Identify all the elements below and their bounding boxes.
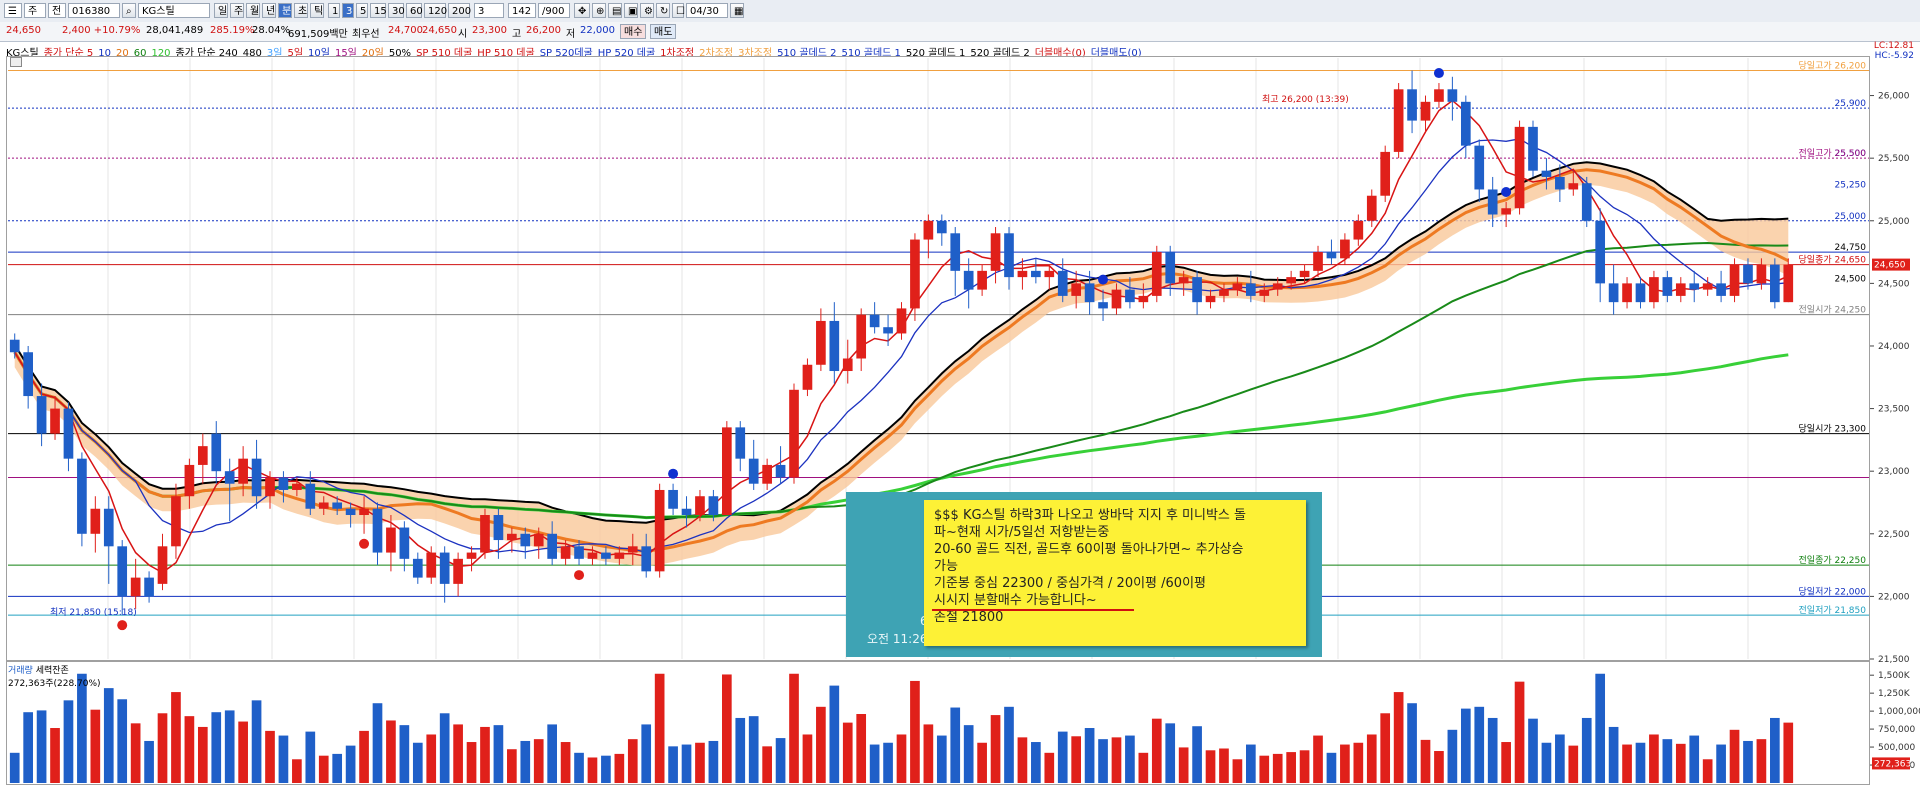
note-line-7: 손절 21800 — [934, 610, 1004, 625]
corner-lc: LC:12.81 — [1873, 41, 1914, 51]
interval-custom-input[interactable]: 3 — [474, 3, 504, 18]
main-toolbar: ☰ 주 전 016380 ⌕ KG스틸 일 주 월 년 분 초 틱 1 3 5 … — [0, 0, 1920, 23]
date-input[interactable]: 04/30 — [686, 3, 728, 18]
bid-price: 24,650 — [422, 25, 457, 36]
volume-legend-value: 272,363주(228.70%) — [8, 679, 101, 689]
count-total: /900 — [538, 3, 570, 18]
interval-120[interactable]: 120 — [424, 3, 447, 18]
volume-current-tag: 272,363 — [1874, 759, 1911, 769]
turnover-rate: 28.04% — [252, 25, 291, 36]
y-tick-label: 21,500 — [1878, 655, 1910, 665]
note-line-1: $$$ KG스틸 하락3파 나오고 쌍바닥 지지 후 미니박스 돌 — [934, 508, 1246, 523]
current-price-box — [1872, 258, 1910, 271]
zoom-icon[interactable]: ⊕ — [592, 3, 606, 18]
y-tick-label: 26,000 — [1878, 92, 1910, 102]
y-tick-label: 24,500 — [1878, 279, 1910, 289]
tab-minute[interactable]: 분 — [278, 3, 292, 18]
current-price-tag: 24,650 — [1874, 261, 1906, 271]
crosshair-icon[interactable]: ✥ — [574, 3, 590, 18]
volume-tick-label: 1,250K — [1878, 689, 1911, 699]
analysis-note: $$$ KG스틸 하락3파 나오고 쌍바닥 지지 후 미니박스 돌 파~현재 시… — [924, 500, 1306, 646]
volume-tick-label: 250,000 — [1878, 761, 1915, 771]
note-line-5: 기준봉 중심 22300 / 중심가격 / 20이평 /60이평 — [934, 576, 1206, 591]
interval-200[interactable]: 200 — [448, 3, 471, 18]
interval-1[interactable]: 1 — [328, 3, 340, 18]
y-tick-label: 25,500 — [1878, 154, 1910, 164]
tab-tick[interactable]: 틱 — [310, 3, 324, 18]
interval-3[interactable]: 3 — [342, 3, 354, 18]
stock-name-field[interactable]: KG스틸 — [138, 3, 210, 18]
volume-ratio: 285.19% — [210, 25, 255, 36]
open-price: 23,300 — [472, 25, 507, 36]
low-annotation: 최저 21,850 (15:18) — [50, 608, 137, 618]
volume-legend-label: 거래량 — [8, 666, 33, 676]
volume-legend: 거래량 세력잔존 272,363주(228.70%) — [8, 663, 101, 689]
low-price: 22,000 — [580, 25, 615, 36]
tab-year[interactable]: 년 — [262, 3, 276, 18]
y-tick-label: 23,000 — [1878, 467, 1910, 477]
tab-month[interactable]: 월 — [246, 3, 260, 18]
menu-icon[interactable]: ☰ — [4, 3, 22, 18]
tab-day[interactable]: 일 — [214, 3, 228, 18]
volume-tick-label: 750,000 — [1878, 725, 1915, 735]
interval-15[interactable]: 15 — [370, 3, 387, 18]
price-change: 2,400 +10.79% — [62, 25, 141, 36]
settings-icon[interactable]: ⚙ — [640, 3, 654, 18]
interval-60[interactable]: 60 — [406, 3, 423, 18]
count-input[interactable]: 142 — [508, 3, 536, 18]
market-select[interactable]: 전 — [48, 3, 66, 18]
ask-price: 24,700 — [388, 25, 423, 36]
volume-today: 28,041,489 — [146, 25, 204, 36]
open-label: 시 — [458, 29, 468, 40]
volume-tick-label: 1,500K — [1878, 671, 1911, 681]
note-underline — [932, 609, 1134, 611]
best-quote-label: 최우선 — [352, 29, 380, 40]
note-line-4: 가능 — [934, 559, 958, 574]
stock-code-input[interactable]: 016380 — [68, 3, 120, 18]
y-tick-label: 22,500 — [1878, 530, 1910, 540]
note-line-6: 시시지 분할매수 가능합니다~ — [934, 593, 1097, 608]
remaining-force-label: 세력잔존 — [35, 666, 69, 676]
analysis-note-backdrop: 6 오전 11:26 $$$ KG스틸 하락3파 나오고 쌍바닥 지지 후 미니… — [846, 492, 1322, 657]
note-line-2: 파~현재 시가/5일선 저항받는중 — [934, 525, 1110, 540]
note-line-3: 20-60 골드 직전, 골드후 60이평 돌아나가면~ 추가상승 — [934, 542, 1244, 557]
high-annotation: 최고 26,200 (13:39) — [1262, 95, 1349, 105]
chart-type-select[interactable]: 주 — [24, 3, 46, 18]
y-tick-label: 24,000 — [1878, 342, 1910, 352]
y-tick-label: 25,000 — [1878, 217, 1910, 227]
high-label: 고 — [512, 29, 522, 40]
y-tick-label: 22,000 — [1878, 592, 1910, 602]
buy-button[interactable]: 매수 — [620, 24, 646, 39]
quote-bar: 24,650 2,400 +10.79% 28,041,489 285.19% … — [0, 22, 1920, 42]
sell-button[interactable]: 매도 — [650, 24, 676, 39]
trade-amount: 691,509백만 — [288, 29, 348, 40]
y-tick-label: 23,500 — [1878, 405, 1910, 415]
low-label: 저 — [566, 29, 576, 40]
date-checkbox[interactable]: ☐ — [672, 3, 685, 18]
calendar-icon[interactable]: ▦ — [730, 3, 744, 18]
search-icon[interactable]: ⌕ — [122, 3, 136, 18]
refresh-icon[interactable]: ↻ — [656, 3, 670, 18]
volume-pane-frame — [6, 661, 1870, 785]
corner-hc: HC:-5.92 — [1874, 51, 1914, 61]
print-icon[interactable]: ▤ — [608, 3, 622, 18]
volume-current-box — [1872, 757, 1910, 770]
save-icon[interactable]: ▣ — [624, 3, 638, 18]
volume-tick-label: 1,000,000 — [1878, 707, 1920, 717]
interval-5[interactable]: 5 — [356, 3, 368, 18]
high-price: 26,200 — [526, 25, 561, 36]
tab-second[interactable]: 초 — [294, 3, 308, 18]
volume-tick-label: 500,000 — [1878, 743, 1915, 753]
current-price: 24,650 — [6, 25, 41, 36]
interval-30[interactable]: 30 — [388, 3, 405, 18]
note-time-label: 오전 11:26 — [867, 632, 928, 646]
tab-week[interactable]: 주 — [230, 3, 244, 18]
